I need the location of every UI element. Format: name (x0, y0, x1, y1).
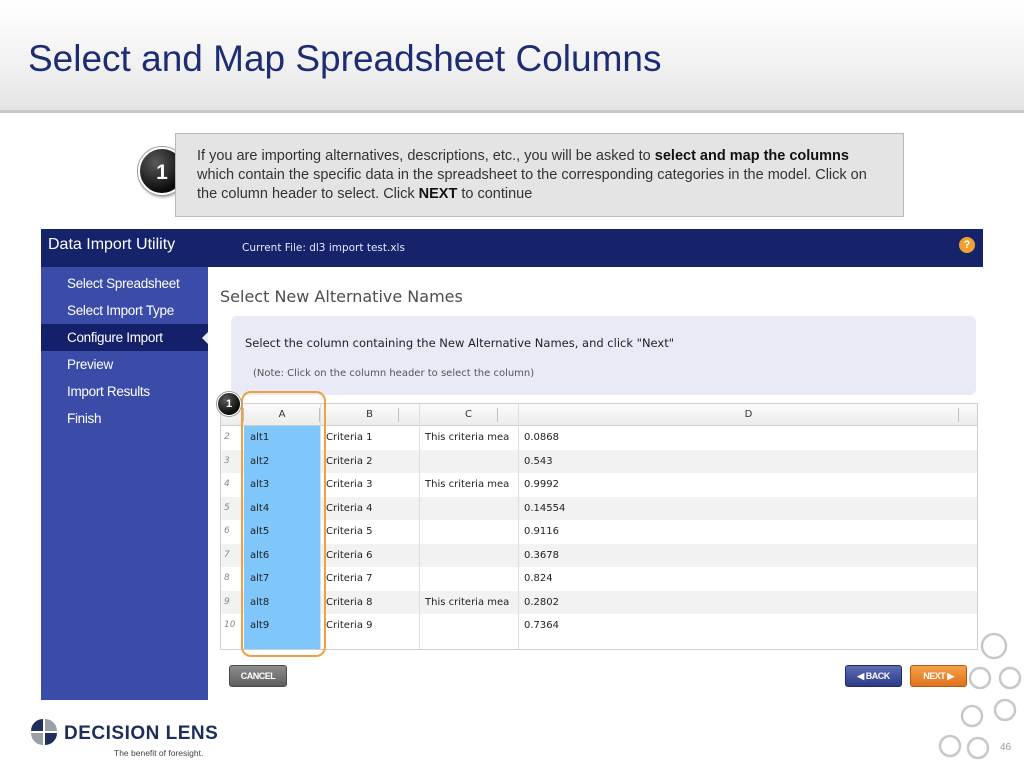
step-number-badge-small: 1 (217, 392, 241, 416)
table-row: 5 alt4 Criteria 4 0.14554 (221, 496, 977, 521)
table-row: 9 alt8 Criteria 8 This criteria mea 0.2802 (221, 590, 977, 614)
column-header-c[interactable]: C (419, 404, 518, 426)
cell-d: 0.9992 (524, 479, 559, 490)
cell-d: 0.2802 (524, 596, 559, 608)
cell-d: 0.9116 (524, 526, 559, 537)
instruction-text: Select the column containing the New Alt… (245, 336, 675, 350)
cell-d: 0.7364 (524, 620, 559, 631)
column-header-b[interactable]: B (320, 404, 419, 426)
slide-header: Select and Map Spreadsheet Columns (0, 0, 1024, 113)
cell-b: Criteria 2 (326, 455, 373, 467)
sidebar-item-import-results[interactable]: Import Results (41, 378, 208, 405)
decision-lens-logo-icon (31, 719, 57, 745)
column-header-d[interactable]: D (518, 404, 977, 426)
sidebar-item-select-import-type[interactable]: Select Import Type (41, 297, 208, 324)
cell-b: Criteria 6 (326, 549, 373, 561)
back-button[interactable]: ◀ BACK (845, 665, 902, 687)
cell-c: This criteria mea (425, 479, 510, 490)
decision-lens-logo: DECISION LENS The benefit of foresight. (30, 718, 230, 762)
cell-b: Criteria 8 (326, 596, 373, 608)
cell-c (419, 544, 518, 568)
cell-d: 0.824 (524, 573, 553, 584)
current-file-label: Current File: dl3 import test.xls (242, 242, 405, 254)
instruction-callout: If you are importing alternatives, descr… (175, 133, 904, 217)
note-text: (Note: Click on the column header to sel… (253, 368, 535, 379)
help-icon[interactable]: ? (959, 237, 975, 253)
cell-b: Criteria 1 (326, 432, 373, 443)
company-tagline: The benefit of foresight. (114, 748, 204, 758)
grid-header: A B C D (221, 404, 977, 426)
table-row: 8 alt7 Criteria 7 0.824 (221, 567, 977, 591)
cell-c (419, 567, 518, 591)
cell-d: 0.0868 (524, 432, 559, 443)
table-row: 2 alt1 Criteria 1 This criteria mea 0.0868 (221, 426, 977, 450)
callout-text: If you are importing alternatives, descr… (197, 148, 655, 164)
cell-c (419, 450, 518, 474)
cell-b: Criteria 9 (326, 620, 373, 631)
cell-c (419, 614, 518, 638)
cell-d: 0.543 (524, 455, 553, 467)
wizard-sidebar: Select Spreadsheet Select Import Type Co… (41, 267, 209, 700)
callout-text: to continue (457, 186, 533, 202)
instruction-panel: Select the column containing the New Alt… (231, 316, 976, 395)
column-a-highlight-outline (241, 391, 326, 657)
cell-c: This criteria mea (425, 432, 510, 443)
sidebar-item-preview[interactable]: Preview (41, 351, 208, 378)
callout-bold: NEXT (418, 186, 458, 202)
page-heading: Select New Alternative Names (220, 287, 463, 306)
sidebar-item-select-spreadsheet[interactable]: Select Spreadsheet (41, 270, 208, 297)
spreadsheet-grid: A B C D 2 alt1 Criteria 1 This criteria mea… (220, 403, 978, 650)
app-title: Data Import Utility (48, 236, 176, 253)
page-number: 46 (1000, 742, 1012, 753)
slide-title: Select and Map Spreadsheet Columns (28, 38, 662, 79)
cell-c (419, 520, 518, 544)
cell-b: Criteria 4 (326, 502, 373, 514)
cell-b: Criteria 7 (326, 573, 373, 584)
cell-c: This criteria mea (425, 596, 510, 608)
company-name: DECISION LENS (64, 723, 219, 744)
data-import-utility-window: Data Import Utility Current File: dl3 im… (41, 229, 983, 700)
table-row: 6 alt5 Criteria 5 0.9116 (221, 520, 977, 544)
cell-d: 0.14554 (524, 502, 566, 514)
cell-c (419, 497, 518, 521)
table-row: 10 alt9 Criteria 9 0.7364 (221, 614, 977, 638)
cell-d: 0.3678 (524, 549, 559, 561)
sidebar-item-configure-import[interactable]: Configure Import (41, 324, 209, 351)
app-title-bar: Data Import Utility Current File: dl3 im… (41, 229, 983, 267)
sidebar-item-finish[interactable]: Finish (41, 405, 208, 432)
cell-b: Criteria 5 (326, 526, 373, 537)
callout-bold: select and map the columns (654, 148, 849, 164)
table-row: 4 alt3 Criteria 3 This criteria mea 0.9992 (221, 473, 977, 497)
cancel-button[interactable]: CANCEL (229, 665, 287, 687)
table-row: 3 alt2 Criteria 2 0.543 (221, 449, 977, 474)
cell-b: Criteria 3 (326, 479, 373, 490)
table-row: 7 alt6 Criteria 6 0.3678 (221, 543, 977, 568)
